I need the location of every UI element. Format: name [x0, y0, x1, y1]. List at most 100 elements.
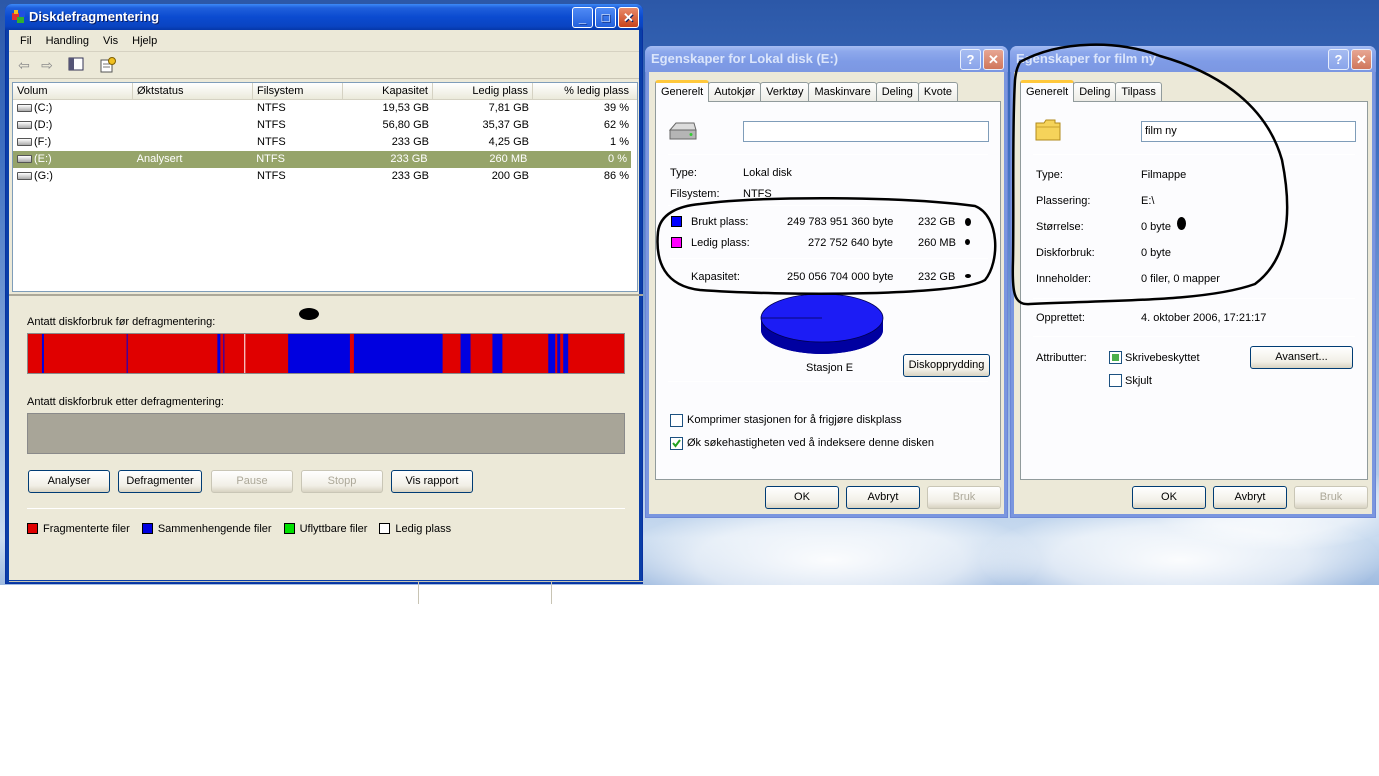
used-space-swatch — [671, 216, 682, 227]
defragment-button[interactable]: Defragmenter — [118, 470, 202, 493]
minimize-button[interactable]: _ — [572, 7, 593, 28]
toolbar: ⇦ ⇨ — [9, 52, 639, 79]
table-row[interactable]: (F:) NTFS 233 GB 4,25 GB 1 % — [13, 134, 637, 151]
close-button[interactable]: ✕ — [618, 7, 639, 28]
col-filesystem[interactable]: Filsystem — [253, 83, 343, 99]
tab-autoplay[interactable]: Autokjør — [708, 82, 762, 102]
type-value: Lokal disk — [743, 167, 792, 179]
ok-button[interactable]: OK — [765, 486, 839, 509]
compress-checkbox[interactable] — [670, 414, 683, 427]
tab-sharing[interactable]: Deling — [875, 82, 919, 102]
after-label: Antatt diskforbruk etter defragmentering… — [27, 396, 224, 408]
disk-tabs: Generelt Autokjør Verktøy Maskinvare Del… — [655, 80, 959, 102]
legend-unmovable: Uflyttbare filer — [283, 523, 367, 535]
disk-cleanup-button[interactable]: Diskopprydding — [903, 354, 990, 377]
free-space-human: 260 MB — [918, 237, 956, 249]
hidden-checkbox[interactable] — [1109, 374, 1122, 387]
table-row[interactable]: (D:) NTFS 56,80 GB 35,37 GB 62 % — [13, 117, 637, 134]
hidden-label: Skjult — [1125, 375, 1152, 387]
apply-button[interactable]: Bruk — [1294, 486, 1368, 509]
pause-button[interactable]: Pause — [211, 470, 293, 493]
tab-general[interactable]: Generelt — [655, 80, 710, 102]
table-row[interactable]: (G:) NTFS 233 GB 200 GB 86 % — [13, 168, 637, 185]
tab-quota[interactable]: Kvote — [917, 82, 959, 102]
ok-button[interactable]: OK — [1132, 486, 1206, 509]
divider — [668, 154, 988, 155]
index-checkbox[interactable] — [670, 437, 683, 450]
col-percent-free[interactable]: % ledig plass — [533, 83, 633, 99]
tab-tools[interactable]: Verktøy — [760, 82, 810, 102]
show-hide-console-tree-icon[interactable] — [67, 57, 85, 73]
col-free-space[interactable]: Ledig plass — [433, 83, 533, 99]
volume-list-header: Volum Øktstatus Filsystem Kapasitet Ledi… — [13, 83, 637, 100]
analysis-panel: Antatt diskforbruk før defragmentering: … — [9, 294, 643, 558]
folder-properties-titlebar[interactable]: Egenskaper for film ny ? ✕ — [1010, 46, 1376, 72]
after-defrag-bar — [27, 413, 625, 454]
hard-drive-icon — [17, 155, 32, 163]
hard-drive-icon — [17, 121, 32, 129]
folder-icon — [1035, 119, 1061, 141]
attributes-label: Attributter: — [1036, 352, 1087, 364]
col-capacity[interactable]: Kapasitet — [343, 83, 433, 99]
disk-properties-window: Egenskaper for Lokal disk (E:) ? ✕ Gener… — [645, 46, 1008, 518]
capacity-human: 232 GB — [918, 271, 956, 283]
apply-button[interactable]: Bruk — [927, 486, 1001, 509]
stop-button[interactable]: Stopp — [301, 470, 383, 493]
tab-general[interactable]: Generelt — [1020, 80, 1075, 102]
volume-label-input[interactable] — [743, 121, 989, 142]
folder-general-panel: film ny Type: Filmappe Plassering: E:\ S… — [1020, 101, 1368, 480]
cancel-button[interactable]: Avbryt — [1213, 486, 1287, 509]
size-value: 0 byte — [1141, 221, 1171, 233]
folder-tabs: Generelt Deling Tilpass — [1020, 80, 1162, 102]
tab-sharing[interactable]: Deling — [1073, 82, 1117, 102]
readonly-label: Skrivebeskyttet — [1125, 352, 1200, 364]
tab-hardware[interactable]: Maskinvare — [808, 82, 877, 102]
menu-help[interactable]: Hjelp — [125, 30, 164, 51]
tab-customize[interactable]: Tilpass — [1115, 82, 1162, 102]
menu-file[interactable]: Fil — [13, 30, 39, 51]
menu-action[interactable]: Handling — [39, 30, 96, 51]
scribble-mark — [1177, 217, 1186, 230]
table-row[interactable]: (C:) NTFS 19,53 GB 7,81 GB 39 % — [13, 100, 637, 117]
readonly-checkbox[interactable] — [1109, 351, 1122, 364]
close-button[interactable]: ✕ — [1351, 49, 1372, 70]
divider — [668, 205, 988, 206]
volume-list[interactable]: Volum Øktstatus Filsystem Kapasitet Ledi… — [12, 82, 638, 292]
col-volume[interactable]: Volum — [13, 83, 133, 99]
divider — [1033, 154, 1355, 155]
divider — [27, 508, 625, 509]
folder-name-input[interactable]: film ny — [1141, 121, 1356, 142]
filesystem-label: Filsystem: — [670, 188, 720, 200]
help-button[interactable]: ? — [960, 49, 981, 70]
disk-properties-titlebar[interactable]: Egenskaper for Lokal disk (E:) ? ✕ — [645, 46, 1008, 72]
close-button[interactable]: ✕ — [983, 49, 1004, 70]
status-bar — [9, 581, 643, 604]
menubar: Fil Handling Vis Hjelp — [9, 30, 639, 52]
cancel-button[interactable]: Avbryt — [846, 486, 920, 509]
back-arrow-icon[interactable]: ⇦ — [15, 57, 33, 73]
menu-view[interactable]: Vis — [96, 30, 125, 51]
maximize-button[interactable]: □ — [595, 7, 616, 28]
legend: Fragmenterte filer Sammenhengende filer … — [27, 523, 451, 535]
legend-free-space: Ledig plass — [379, 523, 451, 535]
legend-fragmented: Fragmenterte filer — [27, 523, 130, 535]
forward-arrow-icon[interactable]: ⇨ — [38, 57, 56, 73]
free-space-swatch — [671, 237, 682, 248]
table-row-selected[interactable]: (E:) Analysert NTFS 233 GB 260 MB 0 % — [13, 151, 631, 168]
view-report-button[interactable]: Vis rapport — [391, 470, 473, 493]
filesystem-value: NTFS — [743, 188, 772, 200]
used-space-bytes: 249 783 951 360 byte — [787, 216, 894, 228]
help-button[interactable]: ? — [1328, 49, 1349, 70]
defrag-titlebar[interactable]: Diskdefragmentering _ □ ✕ — [5, 4, 643, 30]
properties-help-icon[interactable] — [99, 57, 117, 73]
size-label: Størrelse: — [1036, 221, 1084, 233]
defrag-window: Diskdefragmentering _ □ ✕ Fil Handling V… — [5, 4, 643, 604]
col-session-status[interactable]: Øktstatus — [133, 83, 253, 99]
drive-caption: Stasjon E — [806, 362, 854, 374]
advanced-button[interactable]: Avansert... — [1250, 346, 1353, 369]
divider — [668, 381, 988, 382]
divider — [668, 258, 988, 259]
analyze-button[interactable]: Analyser — [28, 470, 110, 493]
capacity-label: Kapasitet: — [691, 271, 740, 283]
free-space-label: Ledig plass: — [691, 237, 750, 249]
